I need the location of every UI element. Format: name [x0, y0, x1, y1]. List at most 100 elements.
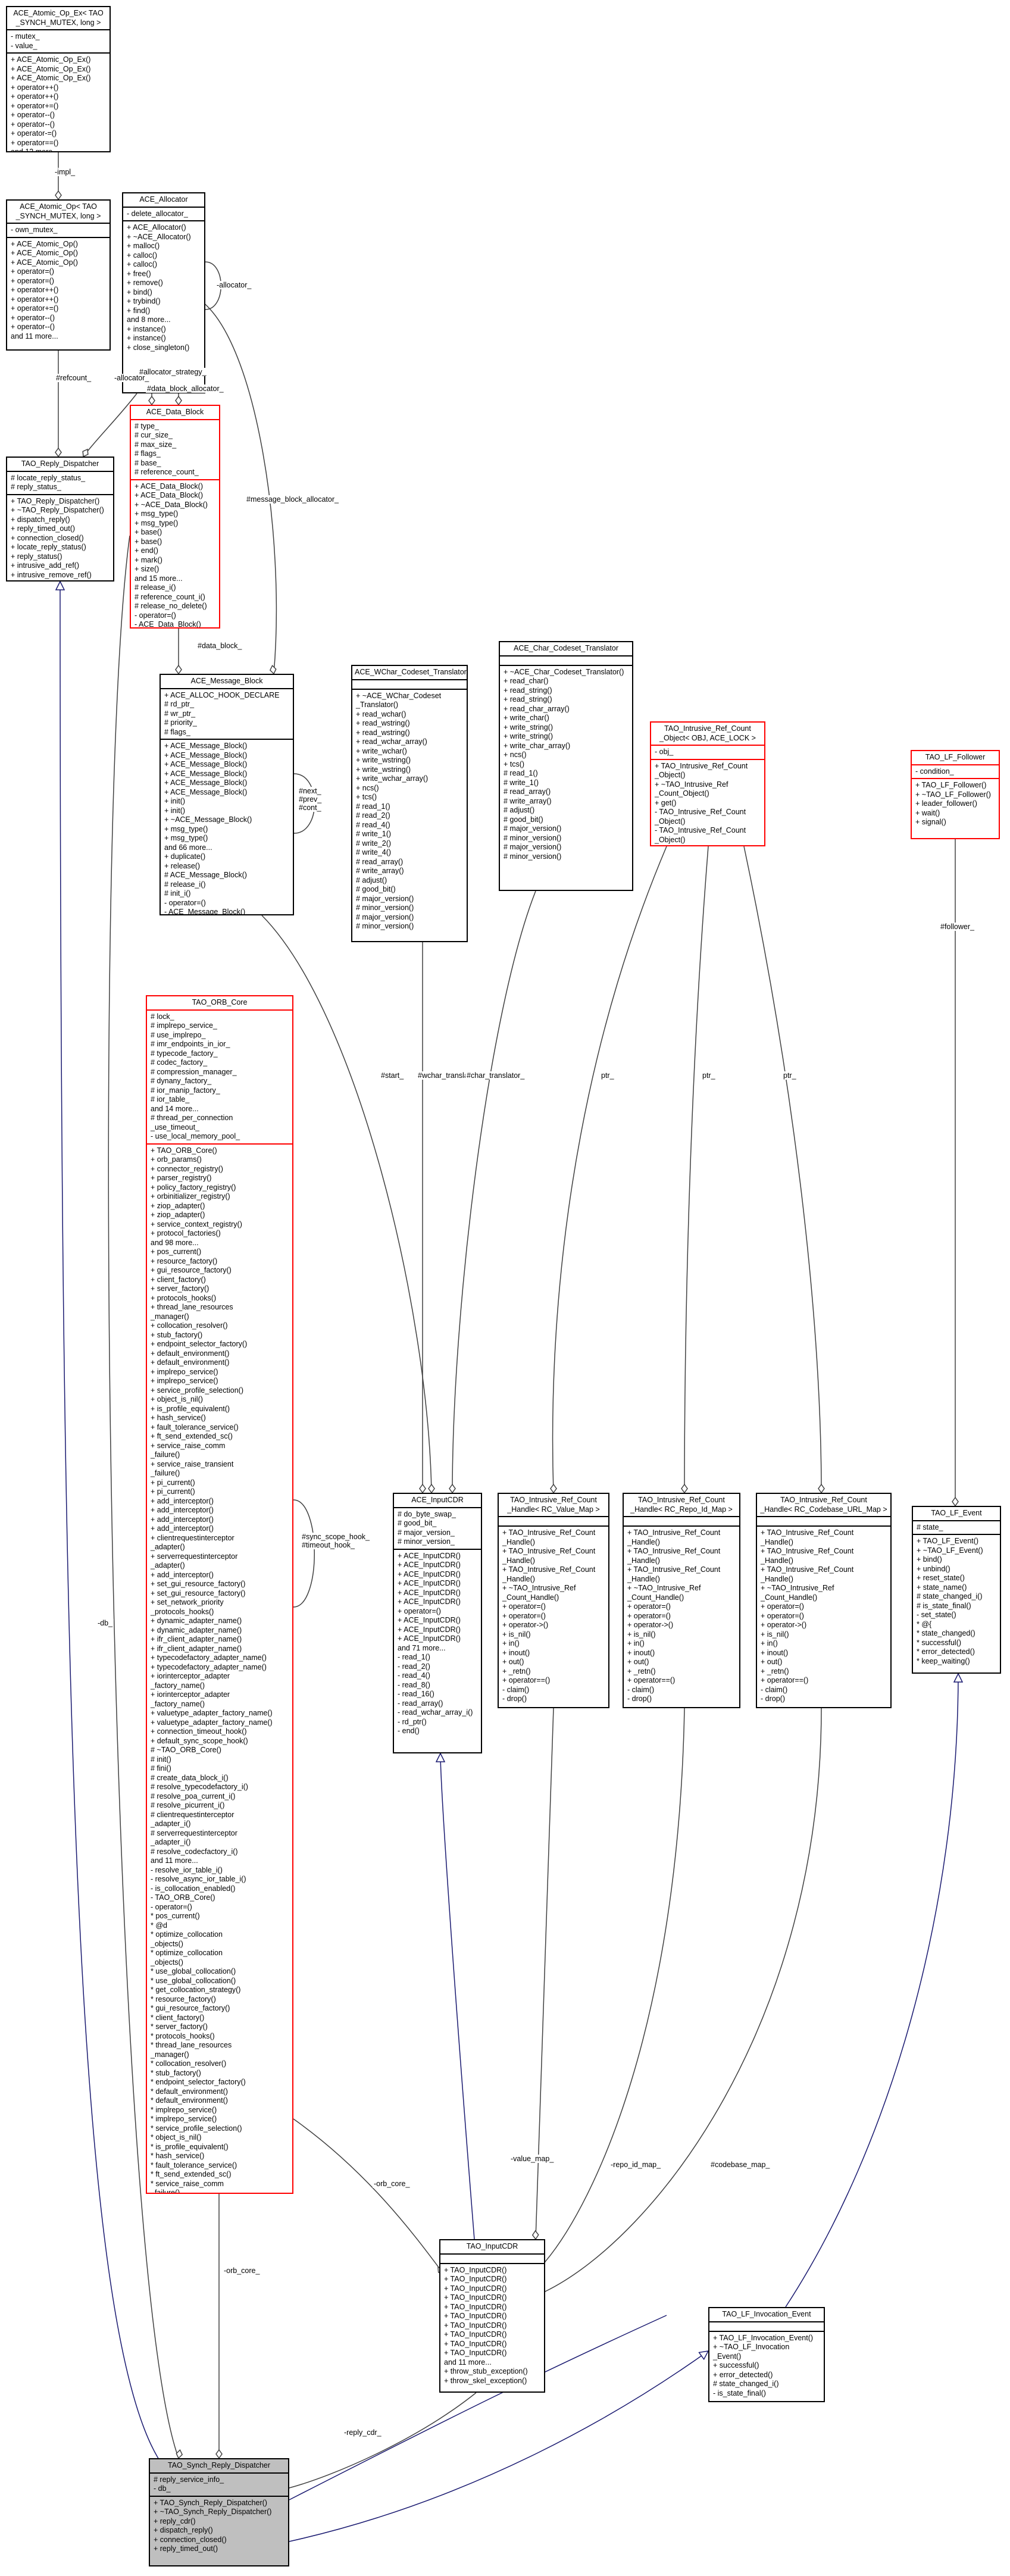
class-operations-line: + orb_params() — [151, 1155, 202, 1164]
class-operations-line: + calloc() — [127, 251, 158, 260]
class-tao-reply-dispatcher[interactable]: TAO_Reply_Dispatcher # locate_reply_statu… — [6, 457, 114, 582]
class-tao-orb-core[interactable]: TAO_ORB_Core # lock_ # implrepo_service_ # … — [146, 995, 293, 2194]
class-operations-line: # adjust() — [356, 876, 387, 884]
class-title: TAO_ORB_Core — [147, 996, 292, 1011]
class-operations-line: + error_detected() — [713, 2370, 773, 2379]
class-operations: + TAO_ORB_Core() + orb_params() + connecto… — [147, 1145, 292, 2193]
class-operations-line: # minor_version() — [356, 904, 414, 912]
class-operations-line: + duplicate() — [164, 852, 206, 861]
class-operations-line: _Object() — [655, 817, 686, 826]
class-operations-line: + read_char() — [504, 677, 549, 685]
class-operations-line: and 15 more... — [135, 574, 183, 583]
class-operations-line: # ACE_Message_Block() — [164, 871, 247, 879]
edge-impl-diamond — [55, 190, 62, 201]
class-operations-line: _adapter() — [151, 1561, 185, 1570]
class-attributes-line: # use_implrepo_ — [151, 1030, 206, 1039]
class-operations-line: + parser_registry() — [151, 1174, 212, 1182]
class-operations-line: + ~ACE_WChar_Codeset — [356, 691, 442, 700]
class-operations-line: _failure() — [151, 1469, 180, 1477]
class-operations-line: * stub_factory() — [151, 2068, 201, 2077]
class-operations-line: + set_gui_resource_factory() — [151, 1580, 246, 1588]
class-operations-line: + intrusive_add_ref() — [11, 561, 79, 570]
edge-char — [452, 890, 536, 1493]
class-operations-line: + TAO_InputCDR() — [444, 2275, 507, 2283]
class-operations-line: + calloc() — [127, 260, 158, 268]
class-operations-line: + in() — [627, 1639, 645, 1647]
class-tao-intrusive-ref-count-object[interactable]: TAO_Intrusive_Ref_Count _Object< OBJ, ACE… — [650, 721, 765, 846]
class-ace-atomic-op-ex[interactable]: ACE_Atomic_Op_Ex< TAO _SYNCH_MUTEX, long … — [6, 6, 111, 152]
edge-db-diamond — [176, 2449, 183, 2459]
class-operations-line: + ~TAO_Reply_Dispatcher() — [11, 506, 104, 514]
class-operations: + TAO_Intrusive_Ref_Count _Object() + ~TAO… — [651, 760, 764, 846]
class-ace-inputcdr[interactable]: ACE_InputCDR # do_byte_swap_ # good_bit_ # … — [393, 1493, 482, 1753]
class-operations-line: _Count_Handle() — [502, 1593, 559, 1602]
class-diagram: ACE_Atomic_Op_Ex< TAO _SYNCH_MUTEX, long … — [0, 0, 1010, 2576]
edge-orb-core-cdr — [293, 2118, 444, 2274]
class-operations-line: + implrepo_service() — [151, 1377, 218, 1385]
class-operations-line: + operator==() — [627, 1676, 676, 1684]
class-operations-line: + ACE_InputCDR() — [398, 1551, 461, 1560]
class-tao-lf-follower[interactable]: TAO_LF_Follower - condition_ + TAO_LF_Foll… — [911, 750, 1000, 839]
class-operations-line: + signal() — [915, 818, 946, 826]
class-operations-line: + ~TAO_Intrusive_Ref — [627, 1584, 701, 1592]
class-attributes: # state_ — [913, 1521, 1000, 1535]
class-ace-message-block[interactable]: ACE_Message_Block + ACE_ALLOC_HOOK_DECLAR… — [160, 674, 294, 915]
class-attributes: - obj_ — [651, 746, 764, 760]
class-operations-line: + read_char_array() — [504, 704, 570, 713]
class-attributes — [757, 1517, 890, 1527]
class-operations-line: - TAO_Intrusive_Ref_Count — [655, 808, 746, 816]
class-tao-inputcdr[interactable]: TAO_InputCDR + TAO_InputCDR() + TAO_InputC… — [439, 2239, 545, 2393]
class-operations-line: + TAO_Intrusive_Ref_Count — [627, 1528, 721, 1537]
class-ace-data-block[interactable]: ACE_Data_Block # type_ # cur_size_ # max_si… — [130, 405, 220, 629]
class-operations-line: + operator++() — [11, 83, 59, 92]
class-tao-intrusive-ref-count-handle-value-map[interactable]: TAO_Intrusive_Ref_Count _Handle< RC_Value… — [498, 1493, 609, 1708]
class-attributes: - mutex_ - value_ — [7, 30, 110, 54]
class-operations-line: + serverrequestinterceptor — [151, 1552, 238, 1561]
class-attributes-line: - obj_ — [655, 748, 674, 756]
class-title: TAO_LF_Event — [913, 1507, 1000, 1521]
class-attributes: # locate_reply_status_ # reply_status_ — [7, 472, 113, 495]
class-ace-atomic-op[interactable]: ACE_Atomic_Op< TAO _SYNCH_MUTEX, long > - … — [6, 199, 111, 351]
class-operations-line: + inout() — [627, 1648, 655, 1657]
class-tao-intrusive-ref-count-handle-repo-id-map[interactable]: TAO_Intrusive_Ref_Count _Handle< RC_Repo_… — [623, 1493, 740, 1708]
edge-char-diamond — [449, 1483, 456, 1494]
class-operations-line: + stub_factory() — [151, 1330, 203, 1339]
class-ace-wchar-codeset-translator[interactable]: ACE_WChar_Codeset_Translator + ~ACE_WChar… — [351, 665, 468, 942]
class-attributes-line: + ACE_ALLOC_HOOK_DECLARE — [164, 690, 280, 699]
class-title-line: TAO_Intrusive_Ref_Count — [780, 1496, 867, 1504]
class-title-line: TAO_Intrusive_Ref_Count — [510, 1496, 597, 1504]
class-operations-line: - is_state_final() — [713, 2389, 766, 2397]
class-operations-line: + read_wchar_array() — [356, 737, 427, 746]
class-operations-line: + TAO_LF_Invocation_Event() — [713, 2333, 814, 2342]
class-operations-line: + ACE_InputCDR() — [398, 1561, 461, 1569]
edge-allocator-rd — [83, 393, 137, 457]
class-operations-line: + thread_lane_resources — [151, 1303, 233, 1311]
class-title: TAO_Intrusive_Ref_Count _Object< OBJ, ACE… — [651, 723, 764, 746]
class-operations-line: + operator=() — [502, 1602, 546, 1611]
class-operations-line: * state_changed() — [917, 1629, 975, 1637]
class-ace-allocator[interactable]: ACE_Allocator - delete_allocator_ + ACE_Al… — [122, 192, 205, 393]
class-operations: + TAO_Reply_Dispatcher() + ~TAO_Reply_Dis… — [7, 495, 113, 581]
edge-inherit-lf-event — [785, 1674, 958, 2308]
edge-follower-diamond — [952, 1496, 959, 1507]
class-tao-intrusive-ref-count-handle-codebase-map[interactable]: TAO_Intrusive_Ref_Count _Handle< RC_Codeb… — [756, 1493, 892, 1708]
class-operations-line: # resolve_poa_current_i() — [151, 1792, 236, 1800]
class-operations-line: + set_gui_resource_factory() — [151, 1589, 246, 1598]
class-operations-line: * endpoint_selector_factory() — [151, 2078, 246, 2086]
class-operations-line: + ~TAO_Intrusive_Ref — [761, 1584, 834, 1592]
class-ace-char-codeset-translator[interactable]: ACE_Char_Codeset_Translator + ~ACE_Char_C… — [499, 641, 633, 891]
class-operations-line: + write_string() — [504, 723, 554, 731]
class-operations-line: + TAO_Intrusive_Ref_Count — [502, 1565, 596, 1574]
edge-label: #data_block_ — [196, 642, 243, 650]
class-operations-line: + base() — [135, 528, 162, 536]
class-operations: + ACE_Atomic_Op_Ex() + ACE_Atomic_Op_Ex()… — [7, 54, 110, 151]
class-operations-line: * use_global_collocation() — [151, 1967, 236, 1975]
class-operations-line: - read_8() — [398, 1680, 430, 1689]
class-operations-line: + ACE_Atomic_Op() — [11, 249, 78, 257]
class-operations-line: - drop() — [627, 1695, 652, 1703]
class-operations-line: + state_name() — [917, 1583, 967, 1592]
class-tao-lf-event[interactable]: TAO_LF_Event # state_ + TAO_LF_Event() + ~T… — [912, 1506, 1001, 1674]
class-tao-synch-reply-dispatcher[interactable]: TAO_Synch_Reply_Dispatcher # reply_servic… — [149, 2458, 289, 2566]
class-tao-lf-invocation-event[interactable]: TAO_LF_Invocation_Event + TAO_LF_Invocati… — [708, 2307, 825, 2402]
class-operations-line: # read_array() — [356, 857, 404, 866]
